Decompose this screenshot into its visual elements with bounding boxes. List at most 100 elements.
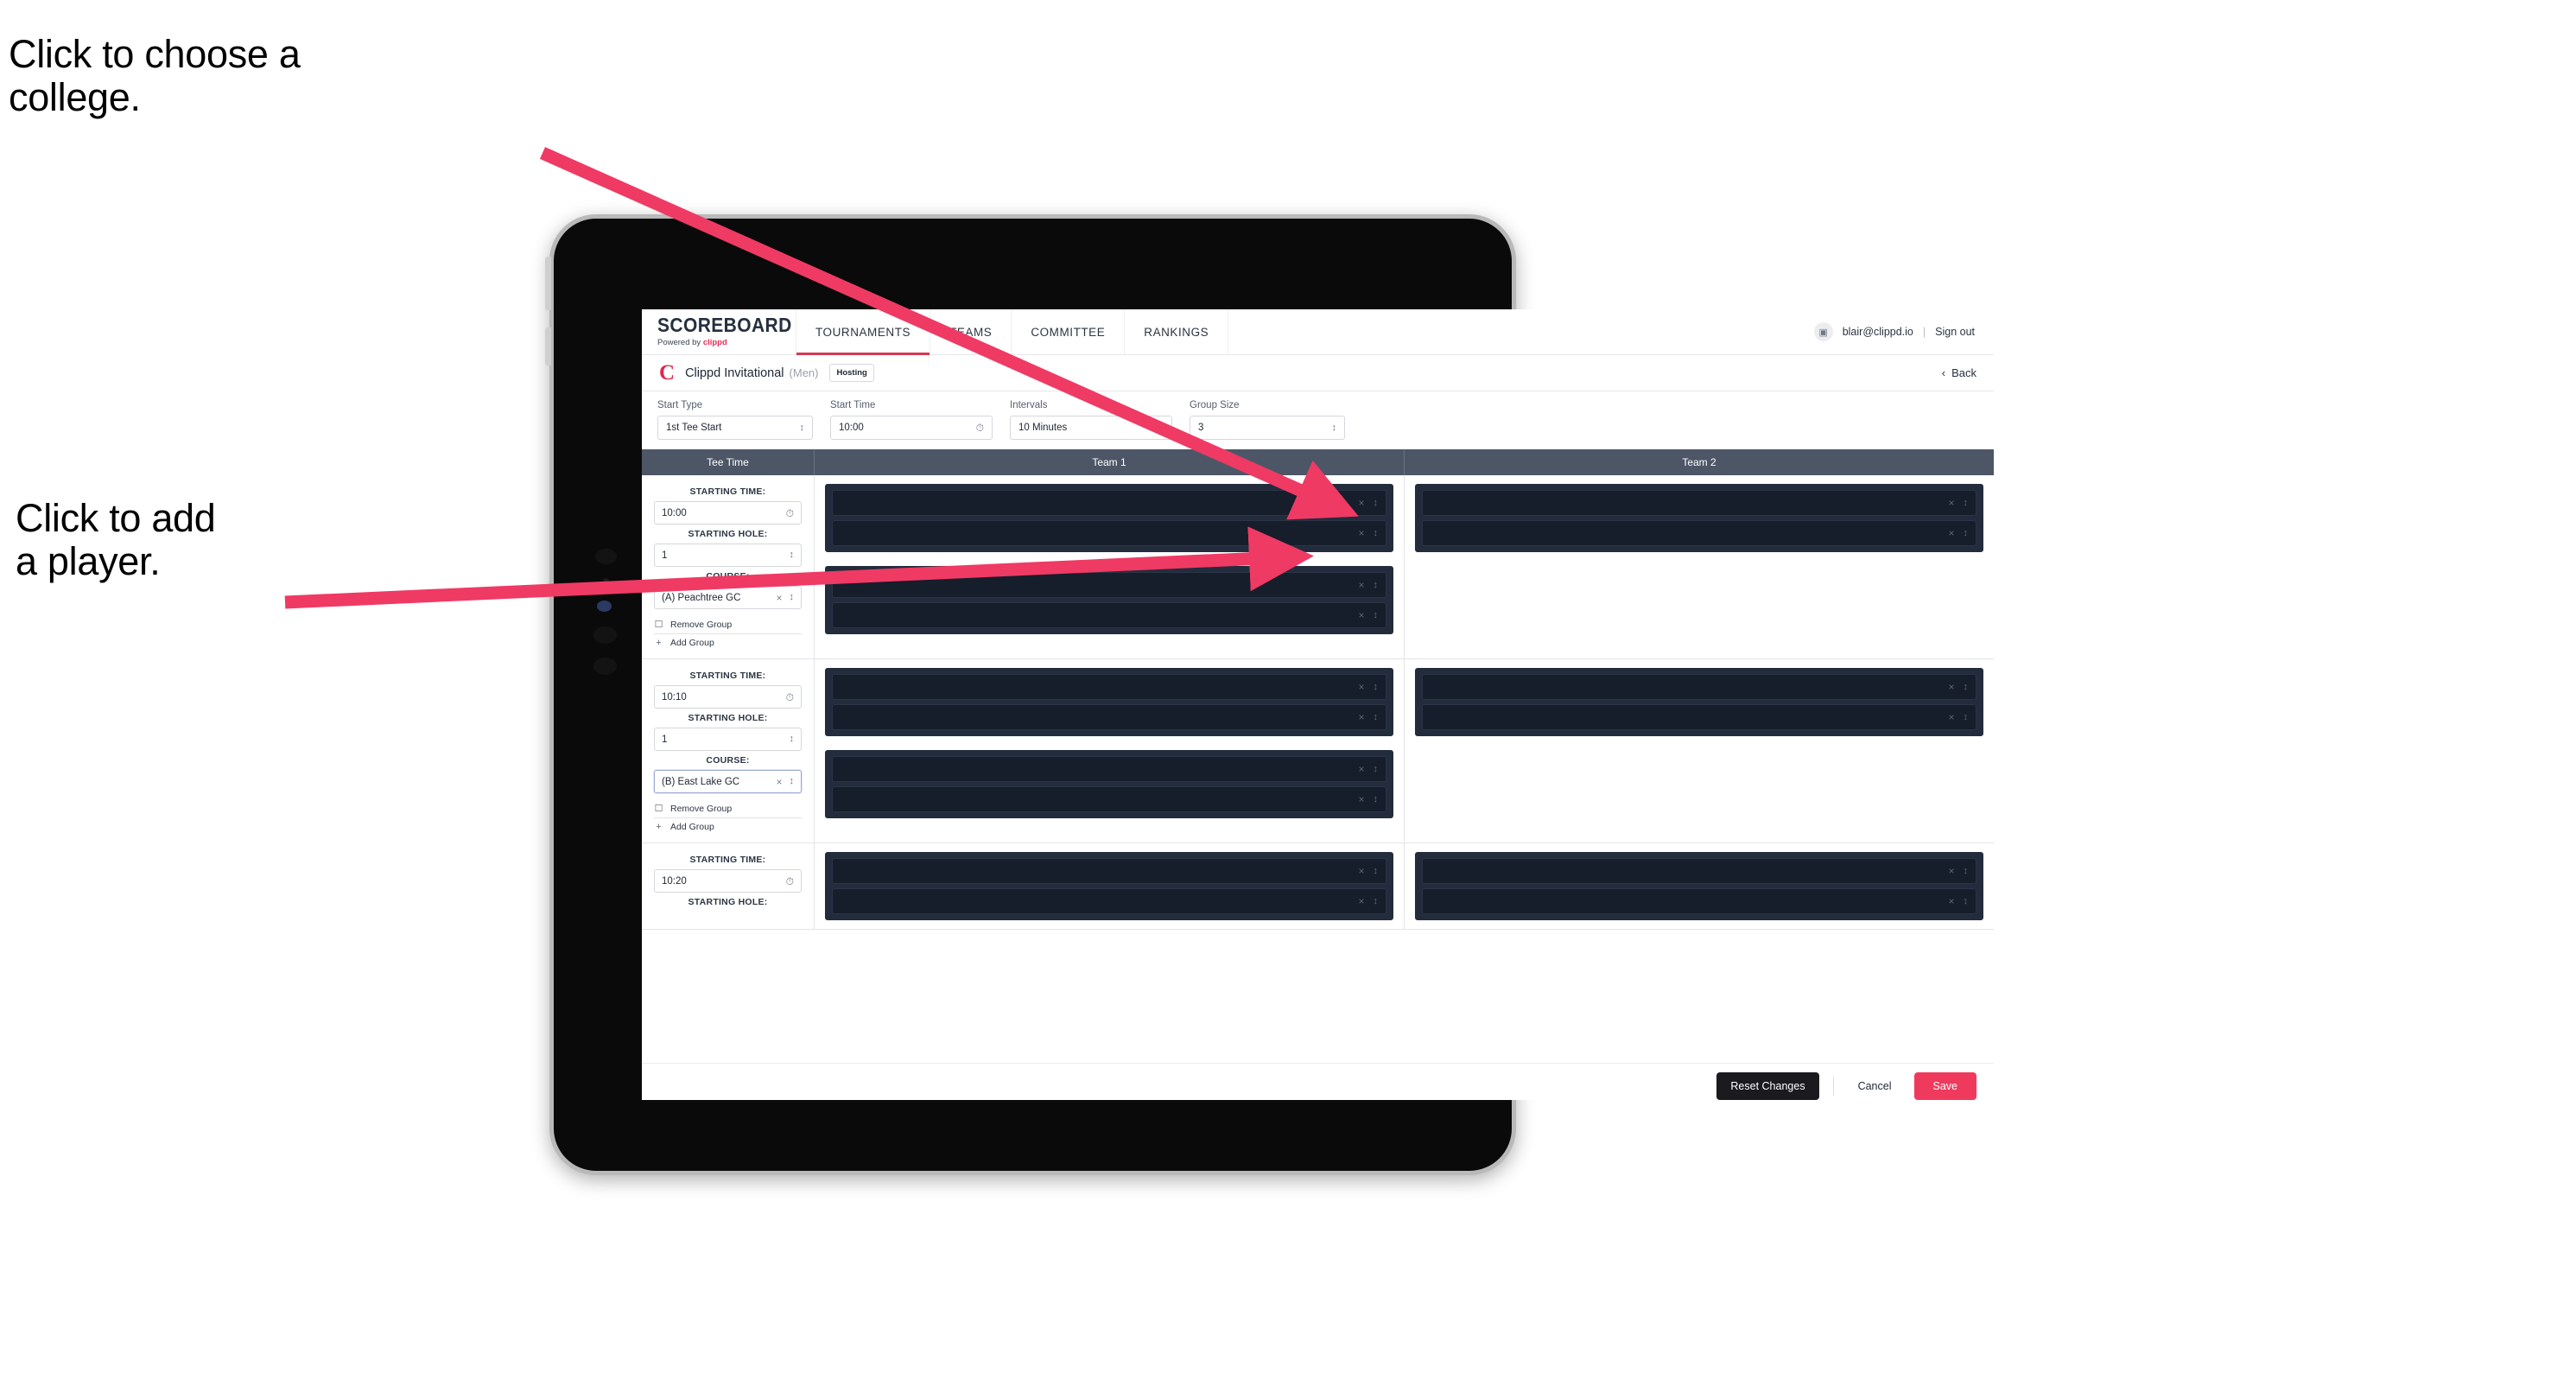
- clear-x-icon[interactable]: ×: [1948, 498, 1954, 508]
- chevron-updown-icon[interactable]: ↕: [1374, 682, 1379, 692]
- chevron-updown-icon[interactable]: ↕: [1964, 712, 1969, 722]
- clear-x-icon[interactable]: ×: [1358, 764, 1364, 774]
- intervals-input[interactable]: 10 Minutes ⏱: [1010, 416, 1172, 440]
- chevron-updown-icon[interactable]: ↕: [1964, 866, 1969, 876]
- volume-up-button[interactable]: [545, 257, 551, 310]
- player-slot[interactable]: × ↕: [832, 602, 1386, 628]
- starting-time-input[interactable]: 10:00 ⏱: [654, 501, 802, 525]
- player-slot[interactable]: × ↕: [832, 674, 1386, 700]
- nav-item-committee[interactable]: COMMITTEE: [1011, 309, 1124, 354]
- volume-down-button[interactable]: [545, 327, 551, 366]
- player-slot[interactable]: × ↕: [1422, 858, 1976, 884]
- start-type-select[interactable]: 1st Tee Start ↕: [657, 416, 813, 440]
- course-select[interactable]: (B) East Lake GC × ↕: [654, 770, 802, 793]
- player-slot[interactable]: × ↕: [832, 704, 1386, 730]
- player-slot[interactable]: × ↕: [1422, 704, 1976, 730]
- add-group-button[interactable]: + Add Group: [654, 634, 802, 652]
- sign-out-link[interactable]: Sign out: [1935, 326, 1975, 338]
- chevron-updown-icon[interactable]: ↕: [790, 593, 795, 602]
- player-slot[interactable]: × ↕: [832, 520, 1386, 546]
- nav-item-rankings[interactable]: RANKINGS: [1124, 309, 1229, 354]
- cancel-button[interactable]: Cancel: [1848, 1072, 1902, 1100]
- clear-x-icon[interactable]: ×: [1948, 866, 1954, 876]
- clear-x-icon[interactable]: ×: [1948, 528, 1954, 538]
- clear-x-icon[interactable]: ×: [1358, 682, 1364, 692]
- trash-icon: ☐: [654, 620, 663, 630]
- starting-time-input[interactable]: 10:10 ⏱: [654, 685, 802, 709]
- scoreboard-logo[interactable]: SCOREBOARD Powered by clippd: [642, 309, 796, 354]
- clock-icon-2[interactable]: ⏱: [1156, 423, 1164, 433]
- starting-hole-input[interactable]: 1 ↕: [654, 544, 802, 567]
- chevron-updown-icon[interactable]: ↕: [1374, 580, 1379, 590]
- player-subgroup: × ↕ × ↕: [825, 750, 1393, 818]
- course-select-value: (B) East Lake GC: [662, 776, 740, 787]
- chevron-updown-icon: ↕: [799, 422, 805, 433]
- start-time-input[interactable]: 10:00 ⏱: [830, 416, 993, 440]
- back-label: Back: [1951, 366, 1976, 379]
- clear-x-icon[interactable]: ×: [1358, 712, 1364, 722]
- clear-x-icon[interactable]: ×: [776, 776, 782, 788]
- remove-group-button[interactable]: ☐ Remove Group: [654, 799, 802, 818]
- tee-time-group-row: STARTING TIME: 10:10 ⏱ STARTING HOLE: 1 ↕ COUR…: [642, 659, 1994, 843]
- chevron-updown-icon[interactable]: ↕: [1374, 866, 1379, 876]
- clock-icon[interactable]: ⏱: [786, 508, 794, 518]
- user-avatar-icon[interactable]: ▣: [1813, 322, 1833, 341]
- clear-x-icon[interactable]: ×: [1358, 794, 1364, 804]
- chevron-updown-icon[interactable]: ↕: [1374, 764, 1379, 774]
- chevron-updown-icon[interactable]: ↕: [1964, 896, 1969, 906]
- clock-icon[interactable]: ⏱: [786, 692, 794, 703]
- chevron-updown-icon[interactable]: ↕: [790, 777, 795, 786]
- nav-item-tournaments[interactable]: TOURNAMENTS: [796, 309, 930, 355]
- nav-item-teams[interactable]: TEAMS: [930, 309, 1011, 354]
- filter-row: Start Type 1st Tee Start ↕ Start Time 10…: [642, 391, 1994, 449]
- chevron-updown-icon[interactable]: ↕: [1374, 712, 1379, 722]
- clear-x-icon[interactable]: ×: [1948, 712, 1954, 722]
- clear-x-icon[interactable]: ×: [1358, 866, 1364, 876]
- save-button[interactable]: Save: [1913, 1072, 1976, 1100]
- clock-icon[interactable]: ⏱: [976, 423, 984, 433]
- reset-changes-button[interactable]: Reset Changes: [1716, 1072, 1819, 1100]
- remove-group-button[interactable]: ☐ Remove Group: [654, 615, 802, 634]
- clock-icon[interactable]: ⏱: [786, 876, 794, 887]
- player-slot[interactable]: × ↕: [1422, 888, 1976, 914]
- starting-hole-input-value: 1: [662, 734, 668, 745]
- clear-x-icon[interactable]: ×: [1358, 580, 1364, 590]
- clear-x-icon[interactable]: ×: [1358, 528, 1364, 538]
- back-button[interactable]: ‹ Back: [1942, 366, 1976, 379]
- chevron-updown-icon[interactable]: ↕: [1374, 794, 1379, 804]
- clear-x-icon[interactable]: ×: [1948, 682, 1954, 692]
- player-slot[interactable]: × ↕: [832, 756, 1386, 782]
- clear-x-icon[interactable]: ×: [776, 592, 782, 604]
- clear-x-icon[interactable]: ×: [1358, 498, 1364, 508]
- player-slot[interactable]: × ↕: [1422, 520, 1976, 546]
- clear-x-icon[interactable]: ×: [1358, 896, 1364, 906]
- player-slot[interactable]: × ↕: [832, 786, 1386, 812]
- clippd-c-logo-icon: C: [659, 361, 676, 385]
- chevron-updown-icon[interactable]: ↕: [1374, 896, 1379, 906]
- group-size-select[interactable]: 3 ↕: [1190, 416, 1345, 440]
- starting-hole-input[interactable]: 1 ↕: [654, 728, 802, 751]
- chevron-updown-icon[interactable]: ↕: [1374, 498, 1379, 508]
- chevron-updown-icon[interactable]: ↕: [1964, 498, 1969, 508]
- course-select[interactable]: (A) Peachtree GC × ↕: [654, 586, 802, 609]
- chevron-updown-icon[interactable]: ↕: [1374, 528, 1379, 538]
- add-group-button[interactable]: + Add Group: [654, 818, 802, 836]
- player-slot[interactable]: × ↕: [832, 888, 1386, 914]
- player-slot[interactable]: × ↕: [1422, 490, 1976, 516]
- chevron-updown-icon[interactable]: ↕: [1964, 528, 1969, 538]
- player-slot[interactable]: × ↕: [1422, 674, 1976, 700]
- clear-x-icon[interactable]: ×: [1358, 610, 1364, 620]
- chevron-updown-icon[interactable]: ↕: [1374, 610, 1379, 620]
- chevron-updown-icon[interactable]: ↕: [790, 734, 795, 744]
- player-slot[interactable]: × ↕: [832, 858, 1386, 884]
- player-slot[interactable]: × ↕: [832, 572, 1386, 598]
- clear-x-icon[interactable]: ×: [1948, 896, 1954, 906]
- starting-time-input[interactable]: 10:20 ⏱: [654, 869, 802, 893]
- starting-time-label: STARTING TIME:: [689, 855, 766, 865]
- team-1-cell: × ↕ × ↕ × ↕ × ↕: [815, 659, 1405, 842]
- team-2-cell: × ↕ × ↕: [1405, 659, 1994, 842]
- chevron-updown-icon[interactable]: ↕: [1964, 682, 1969, 692]
- player-slot[interactable]: × ↕: [832, 490, 1386, 516]
- table-body[interactable]: STARTING TIME: 10:00 ⏱ STARTING HOLE: 1 ↕ COUR…: [642, 475, 1994, 1063]
- chevron-updown-icon[interactable]: ↕: [790, 550, 795, 560]
